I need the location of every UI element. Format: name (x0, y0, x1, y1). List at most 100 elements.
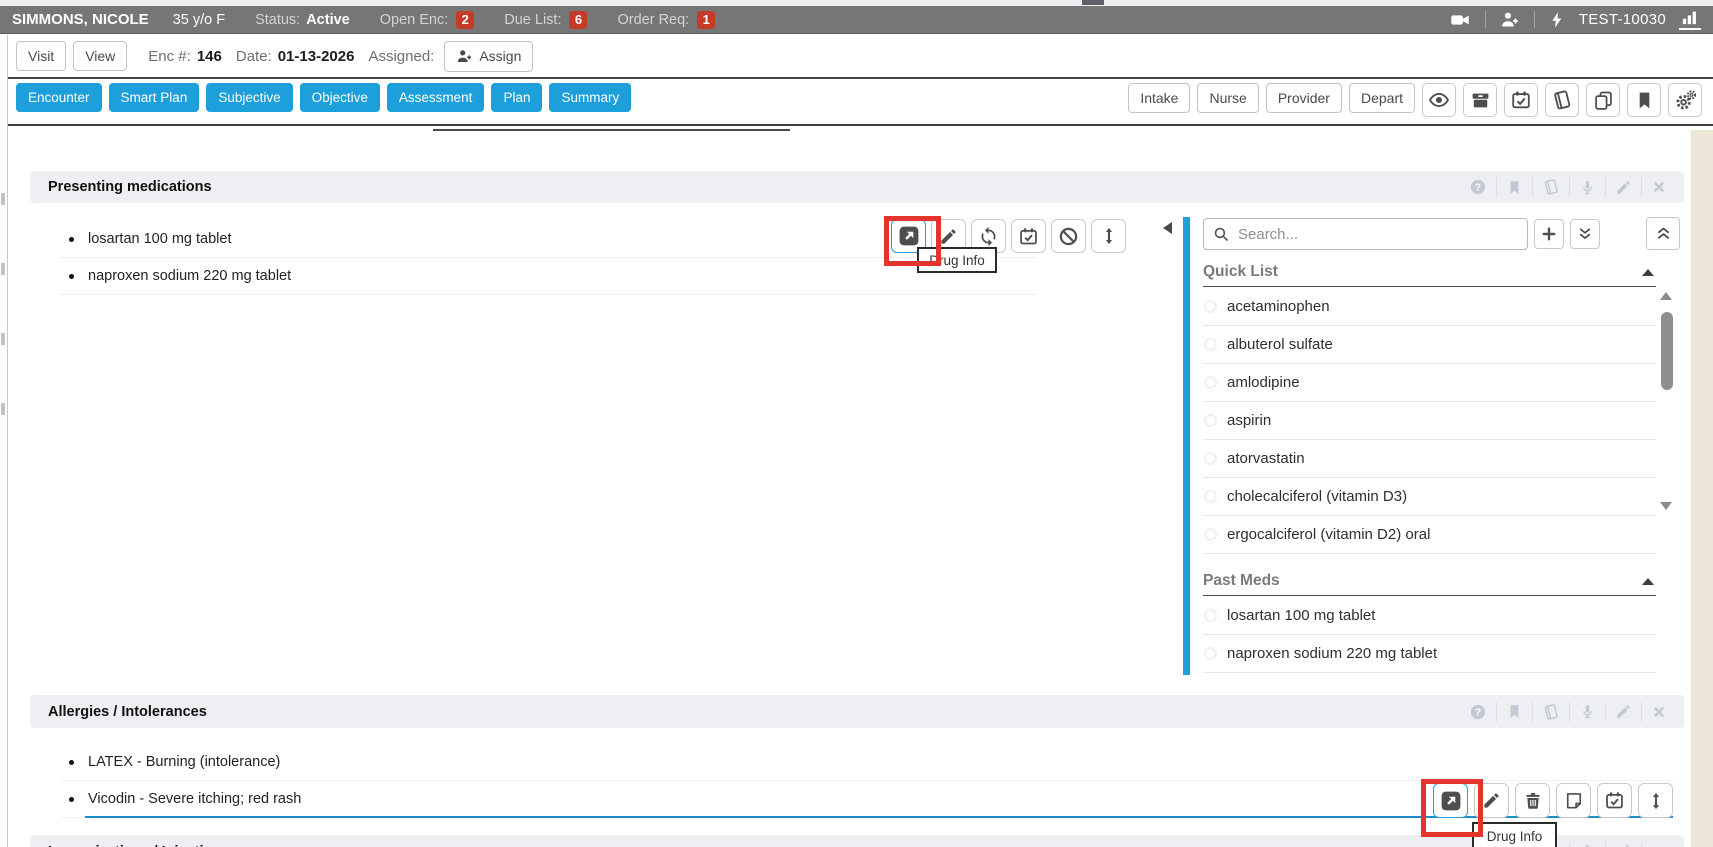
page-margin-strip (1691, 130, 1713, 847)
edit-pencil-icon (939, 227, 958, 246)
discontinue-button[interactable] (1051, 219, 1086, 253)
quick-list-item[interactable]: ergocalciferol (vitamin D2) oral (1203, 516, 1656, 554)
due-list-badge[interactable]: 6 (569, 11, 587, 29)
calendar-check-button[interactable] (1504, 83, 1538, 117)
scrollbar-thumb[interactable] (1661, 312, 1673, 390)
help-icon[interactable] (1469, 703, 1487, 721)
preview-eye-button[interactable] (1422, 83, 1456, 117)
past-meds-item[interactable]: losartan 100 mg tablet (1203, 597, 1656, 635)
microphone-icon[interactable] (1579, 179, 1596, 196)
collapse-all-button[interactable] (1570, 219, 1600, 249)
past-meds-item-label: losartan 100 mg tablet (1227, 607, 1375, 624)
allergies-header: Allergies / Intolerances (30, 695, 1684, 728)
quick-list-item-label: aspirin (1227, 412, 1271, 429)
nav-tab[interactable]: Plan (491, 83, 542, 112)
quick-list-item[interactable]: cholecalciferol (vitamin D3) (1203, 478, 1656, 516)
reorder-button[interactable] (1638, 783, 1673, 818)
past-meds-header: Past Meds (1203, 567, 1656, 596)
add-medication-button[interactable] (1534, 219, 1564, 249)
status-label: Status: (255, 12, 300, 28)
microphone-icon[interactable] (1579, 843, 1596, 847)
scrollbar-up-arrow[interactable] (1660, 292, 1672, 300)
scrollbar-down-arrow[interactable] (1660, 502, 1672, 510)
bookmark-icon[interactable] (1506, 703, 1523, 720)
edit-pencil-icon[interactable] (1615, 703, 1632, 720)
vertical-resize-icon (1099, 226, 1119, 246)
allergy-row[interactable]: LATEX - Burning (intolerance) (60, 744, 1673, 781)
gears-icon (1674, 89, 1697, 112)
settings-button[interactable] (1668, 83, 1702, 117)
collapse-section-arrow[interactable] (1642, 269, 1654, 276)
collapse-panel-arrow[interactable] (1163, 222, 1172, 234)
chevron-double-up-icon (1654, 224, 1673, 243)
edit-pencil-icon[interactable] (1615, 179, 1632, 196)
video-camera-icon[interactable] (1448, 10, 1472, 30)
note-icon (1564, 791, 1584, 811)
archive-button[interactable] (1463, 83, 1497, 117)
order-req-badge[interactable]: 1 (697, 11, 715, 29)
note-button[interactable] (1556, 783, 1591, 818)
copy-button[interactable] (1586, 83, 1620, 117)
quick-list-item[interactable]: aspirin (1203, 402, 1656, 440)
add-user-icon[interactable] (1499, 10, 1521, 30)
book-button[interactable] (1545, 83, 1579, 117)
bullet-dot (69, 274, 74, 279)
schedule-button[interactable] (1597, 783, 1632, 818)
delete-button[interactable] (1515, 783, 1550, 818)
panel-accent-bar (1183, 217, 1190, 675)
quick-list-item[interactable]: albuterol sulfate (1203, 326, 1656, 364)
nav-tab[interactable]: Smart Plan (109, 83, 200, 112)
help-icon[interactable] (1469, 178, 1487, 196)
past-meds-item-label: naproxen sodium 220 mg tablet (1227, 645, 1437, 662)
nav-tab[interactable]: Summary (549, 83, 631, 112)
quick-list-item[interactable]: acetaminophen (1203, 288, 1656, 326)
open-enc-badge[interactable]: 2 (456, 11, 474, 29)
lightning-icon[interactable] (1548, 10, 1566, 30)
close-icon[interactable] (1651, 704, 1667, 720)
view-button[interactable]: View (73, 41, 127, 71)
bar-chart-icon[interactable] (1679, 9, 1701, 30)
left-edge-rail (0, 35, 8, 847)
calendar-check-icon (1018, 226, 1039, 247)
nav-tab[interactable]: Objective (300, 83, 380, 112)
role-button[interactable]: Provider (1266, 83, 1342, 113)
assign-button[interactable]: Assign (444, 41, 533, 72)
bullet-dot (69, 760, 74, 765)
quick-list-item[interactable]: amlodipine (1203, 364, 1656, 402)
schedule-button[interactable] (1011, 219, 1046, 253)
reorder-button[interactable] (1091, 219, 1126, 253)
note-nav-bar: EncounterSmart PlanSubjective ObjectiveAs… (0, 79, 1713, 126)
role-button[interactable]: Intake (1128, 83, 1190, 113)
visit-button[interactable]: Visit (16, 41, 66, 71)
bookmark-button[interactable] (1627, 83, 1661, 117)
search-input[interactable] (1203, 218, 1528, 250)
nav-tab[interactable]: Subjective (206, 83, 292, 112)
role-button[interactable]: Nurse (1197, 83, 1258, 113)
close-icon[interactable] (1651, 844, 1667, 847)
enc-number-label: Enc #: (148, 48, 191, 65)
radio-circle-icon (1204, 376, 1217, 389)
book-icon[interactable] (1542, 178, 1560, 196)
microphone-icon[interactable] (1579, 703, 1596, 720)
calendar-check-icon (1510, 89, 1532, 111)
quick-list-item-label: ergocalciferol (vitamin D2) oral (1227, 526, 1430, 543)
allergy-text: Vicodin - Severe itching; red rash (88, 791, 301, 807)
bookmark-icon[interactable] (1506, 179, 1523, 196)
collapse-section-arrow[interactable] (1642, 578, 1654, 585)
book-icon[interactable] (1542, 703, 1560, 721)
quick-list-item[interactable]: atorvastatin (1203, 440, 1656, 478)
expand-all-button[interactable] (1646, 217, 1680, 250)
patient-age-sex: 35 y/o F (173, 12, 225, 28)
section-title: Immunizations / Injections (48, 844, 229, 847)
close-icon[interactable] (1651, 179, 1667, 195)
radio-circle-icon (1204, 452, 1217, 465)
past-meds-item[interactable]: naproxen sodium 220 mg tablet (1203, 635, 1656, 673)
section-title: Presenting medications (48, 179, 212, 195)
rail-tick (1, 193, 5, 205)
edit-pencil-icon[interactable] (1615, 843, 1632, 847)
nav-tab[interactable]: Assessment (387, 83, 485, 112)
note-section-tabs: EncounterSmart PlanSubjective ObjectiveAs… (16, 83, 631, 112)
radio-circle-icon (1204, 338, 1217, 351)
nav-tab[interactable]: Encounter (16, 83, 102, 112)
role-button[interactable]: Depart (1349, 83, 1415, 113)
